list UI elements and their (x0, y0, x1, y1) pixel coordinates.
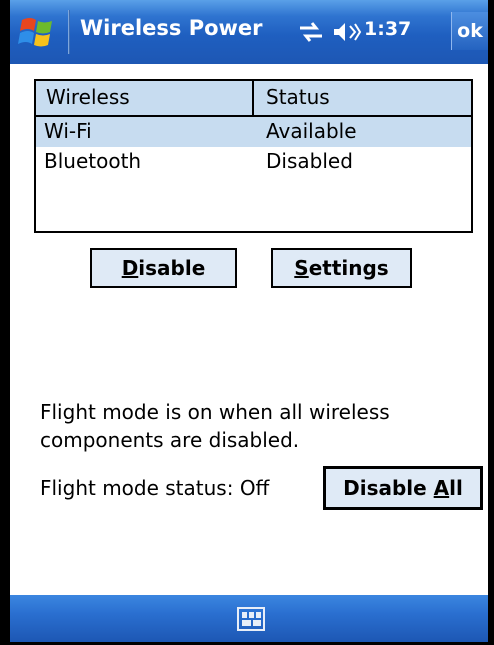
list-header: Wireless Status (36, 81, 471, 117)
row-status: Available (266, 119, 357, 143)
row-status: Disabled (266, 149, 353, 173)
column-header-status[interactable]: Status (254, 81, 471, 117)
speaker-icon[interactable] (332, 20, 362, 44)
disable-all-button[interactable]: Disable All (323, 466, 483, 510)
ok-button[interactable]: ok (451, 12, 488, 50)
flight-mode-status: Flight mode status: Off (40, 476, 270, 500)
title-bar: Wireless Power 1:37 ok (10, 0, 488, 64)
disable-button[interactable]: Disable (90, 248, 237, 288)
row-name: Wi-Fi (44, 119, 92, 143)
disable-mnemonic: D (121, 256, 139, 280)
settings-label: ettings (308, 256, 389, 280)
device-screen: Wireless Power 1:37 ok Wireless Status W… (0, 0, 494, 645)
list-row-bluetooth[interactable]: Bluetooth Disabled (36, 147, 471, 177)
wireless-list[interactable]: Wireless Status Wi-Fi Available Bluetoot… (34, 79, 473, 233)
disable-label: isable (138, 256, 206, 280)
disable-all-label: ll (449, 476, 463, 500)
bottom-bar (10, 595, 488, 642)
column-header-wireless[interactable]: Wireless (36, 81, 254, 117)
clock[interactable]: 1:37 (364, 18, 411, 40)
row-name: Bluetooth (44, 149, 142, 173)
keyboard-icon[interactable] (236, 605, 266, 633)
disable-all-mnemonic: A (433, 476, 450, 500)
settings-mnemonic: S (294, 256, 309, 280)
list-row-wifi[interactable]: Wi-Fi Available (36, 117, 471, 147)
flight-mode-info: Flight mode is on when all wireless comp… (40, 400, 390, 452)
connectivity-icon[interactable] (296, 20, 326, 44)
settings-button[interactable]: Settings (271, 248, 412, 288)
window-title: Wireless Power (80, 16, 263, 40)
windows-flag-icon[interactable] (16, 12, 60, 52)
title-separator (68, 10, 70, 54)
disable-all-prefix: Disable (343, 476, 434, 500)
